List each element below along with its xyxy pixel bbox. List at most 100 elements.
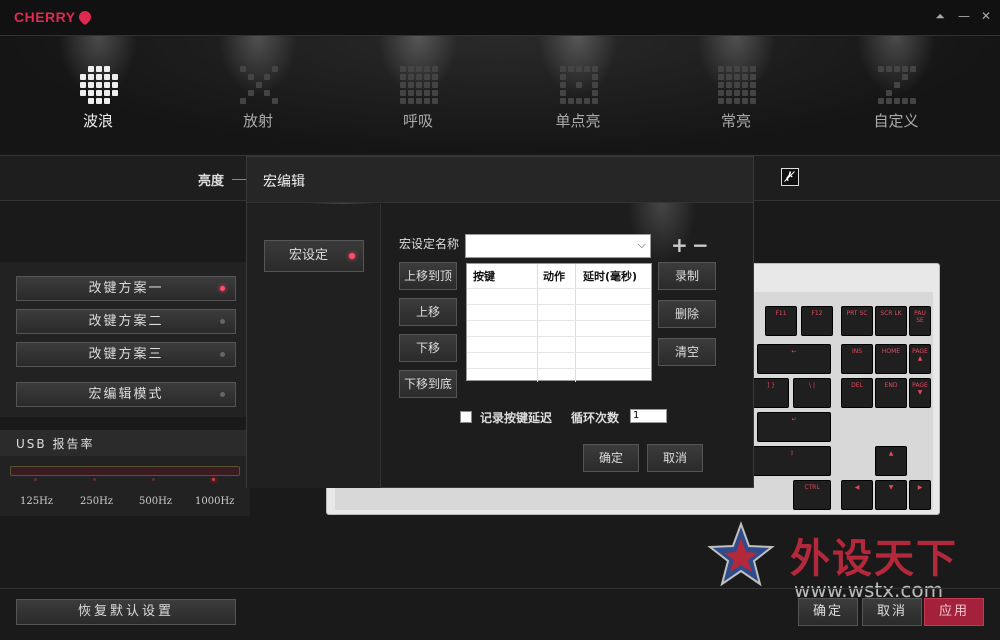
dialog-header: 宏编辑 — [247, 157, 799, 203]
grid-cell — [104, 98, 110, 104]
profile-label: 改键方案一 — [88, 281, 164, 296]
profile-panel: 改键方案一 改键方案二 改键方案三 宏编辑模式 — [0, 262, 250, 417]
star-logo-icon — [707, 521, 775, 587]
key-pause[interactable]: PAU SE — [909, 306, 931, 336]
grid-cell — [734, 66, 740, 72]
grid-cell — [910, 74, 916, 80]
key-prtsc[interactable]: PRT SC — [841, 306, 873, 336]
exit-icon[interactable] — [781, 168, 799, 186]
grid-cell — [400, 66, 406, 72]
cancel-button[interactable]: 取消 — [862, 598, 922, 626]
grid-cell — [432, 74, 438, 80]
mode-breathe[interactable]: 呼吸 — [338, 36, 498, 154]
mode-steady[interactable]: 常亮 — [656, 36, 816, 154]
grid-cell — [240, 74, 246, 80]
usb-rate-slider[interactable] — [10, 466, 240, 476]
record-delay-checkbox[interactable] — [460, 411, 472, 423]
move-bottom-button[interactable]: 下移到底 — [399, 370, 457, 398]
key-up[interactable]: ▲ — [875, 446, 907, 476]
minimize-button[interactable]: — — [956, 8, 972, 24]
reset-defaults-button[interactable]: 恢复默认设置 — [16, 599, 236, 625]
cherry-logo: CHERRY — [14, 8, 94, 26]
profile-1-button[interactable]: 改键方案一 — [16, 276, 236, 301]
grid-cell — [96, 90, 102, 96]
key-ctrl[interactable]: CTRL — [793, 480, 831, 510]
profile-3-button[interactable]: 改键方案三 — [16, 342, 236, 367]
pin-icon[interactable]: ⏶ — [932, 8, 948, 24]
title-bar: CHERRY ⏶ — ✕ — [0, 0, 1000, 36]
rate-250-label[interactable]: 250Hz — [80, 496, 113, 507]
rate-125-label[interactable]: 125Hz — [20, 496, 53, 507]
key-pagedown[interactable]: PAGE ▼ — [909, 378, 931, 408]
grid-cell — [592, 98, 598, 104]
column-header-key: 按键 — [473, 270, 495, 283]
key-down[interactable]: ▼ — [875, 480, 907, 510]
macro-name-select[interactable]: ⌵ — [465, 234, 651, 258]
loop-count-input[interactable]: 1 — [630, 409, 667, 423]
dialog-title: 宏编辑 — [263, 174, 305, 190]
key-backspace[interactable]: ← — [757, 344, 831, 374]
grid-cell — [592, 66, 598, 72]
macro-mode-label: 宏编辑模式 — [88, 387, 164, 402]
macro-mode-button[interactable]: 宏编辑模式 — [16, 382, 236, 407]
grid-cell — [112, 90, 118, 96]
move-up-button[interactable]: 上移 — [399, 298, 457, 326]
indicator-icon — [220, 352, 225, 357]
usb-title: USB 报告率 — [0, 430, 250, 456]
grid-cell — [264, 66, 270, 72]
grid-cell — [910, 90, 916, 96]
key-del[interactable]: DEL — [841, 378, 873, 408]
mode-label: 单点亮 — [555, 112, 601, 130]
dialog-cancel-button[interactable]: 取消 — [647, 444, 703, 472]
grid-cell — [416, 74, 422, 80]
delete-button[interactable]: 删除 — [658, 300, 716, 328]
key-backslash[interactable]: \ | — [793, 378, 831, 408]
grid-cell — [894, 74, 900, 80]
grid-cell — [416, 90, 422, 96]
key-shift[interactable]: ⇧ — [753, 446, 831, 476]
grid-cell — [432, 82, 438, 88]
key-enter[interactable]: ↵ — [757, 412, 831, 442]
rate-1000-label[interactable]: 1000Hz — [195, 496, 234, 507]
rate-500-label[interactable]: 500Hz — [139, 496, 172, 507]
add-macro-button[interactable]: + — [671, 233, 688, 257]
ok-button[interactable]: 确定 — [798, 598, 858, 626]
grid-cell — [80, 74, 86, 80]
apply-button[interactable]: 应用 — [924, 598, 984, 626]
dialog-ok-button[interactable]: 确定 — [583, 444, 639, 472]
chevron-down-icon: ⌵ — [637, 238, 646, 251]
grid-cell — [240, 98, 246, 104]
macro-settings-tab[interactable]: 宏设定 — [264, 240, 364, 272]
mode-single-point[interactable]: 单点亮 — [498, 36, 658, 154]
key-home[interactable]: HOME — [875, 344, 907, 374]
close-button[interactable]: ✕ — [978, 8, 994, 24]
profile-2-button[interactable]: 改键方案二 — [16, 309, 236, 334]
grid-cell — [894, 66, 900, 72]
grid-cell — [104, 90, 110, 96]
record-button[interactable]: 录制 — [658, 262, 716, 290]
profile-label: 改键方案二 — [88, 314, 164, 329]
mode-wave[interactable]: 波浪 — [18, 36, 178, 154]
grid-cell — [424, 82, 430, 88]
key-scrlk[interactable]: SCR LK — [875, 306, 907, 336]
key-f12[interactable]: F12 — [801, 306, 833, 336]
key-ins[interactable]: INS — [841, 344, 873, 374]
key-right[interactable]: ▶ — [909, 480, 931, 510]
move-down-button[interactable]: 下移 — [399, 334, 457, 362]
move-top-button[interactable]: 上移到顶 — [399, 262, 457, 290]
mode-radiate[interactable]: 放射 — [178, 36, 338, 154]
remove-macro-button[interactable]: − — [692, 233, 709, 257]
grid-cell — [240, 82, 246, 88]
grid-cell — [750, 98, 756, 104]
grid-cell — [576, 74, 582, 80]
grid-cell — [80, 98, 86, 104]
key-bracket[interactable]: ] } — [753, 378, 789, 408]
key-left[interactable]: ◀ — [841, 480, 873, 510]
key-pageup[interactable]: PAGE ▲ — [909, 344, 931, 374]
mode-custom[interactable]: 自定义 — [816, 36, 976, 154]
grid-cell — [272, 74, 278, 80]
clear-button[interactable]: 清空 — [658, 338, 716, 366]
grid-cell — [902, 82, 908, 88]
key-f11[interactable]: F11 — [765, 306, 797, 336]
key-end[interactable]: END — [875, 378, 907, 408]
